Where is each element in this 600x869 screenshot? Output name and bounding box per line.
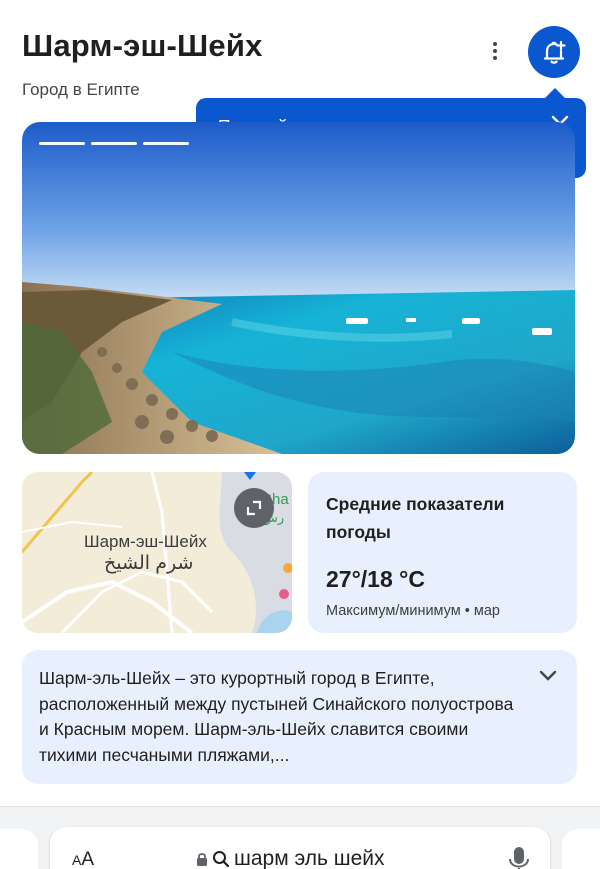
search-icon (213, 851, 230, 868)
map-label-arabic: شرم الشيخ (104, 553, 194, 574)
beach-photo (22, 122, 575, 454)
weather-subtitle: Максимум/минимум • мар (326, 603, 500, 619)
hero-image[interactable] (22, 122, 575, 454)
address-bar[interactable]: AA шарм эль шейх (50, 827, 550, 869)
bell-plus-icon (543, 40, 566, 64)
next-tab-peek[interactable] (562, 829, 600, 869)
weather-card[interactable]: Средние показатели погоды 27°/18 °C Макс… (308, 472, 577, 633)
notify-button[interactable] (528, 26, 580, 78)
page-title: Шарм-эш-Шейх (22, 28, 263, 63)
mic-icon[interactable] (508, 845, 530, 869)
expand-map-button[interactable] (234, 488, 274, 528)
page-subtitle: Город в Египте (22, 80, 140, 99)
chevron-down-icon[interactable] (539, 670, 557, 682)
map-card[interactable]: Sha رش Шарм-эш-Шейх شرم الشيخ (22, 472, 292, 633)
lock-icon (197, 853, 207, 866)
expand-icon (246, 500, 262, 516)
description-card[interactable]: Шарм-эль-Шейх – это курортный город в Ег… (22, 650, 577, 784)
more-vert-icon (493, 42, 497, 46)
more-options-button[interactable] (480, 36, 510, 66)
description-text: Шарм-эль-Шейх – это курортный город в Ег… (39, 668, 514, 765)
url-field[interactable]: шарм эль шейх (196, 847, 385, 869)
weather-temperature: 27°/18 °C (326, 566, 425, 592)
hero-progress (39, 142, 189, 145)
map-label: Шарм-эш-Шейх (84, 532, 207, 551)
previous-tab-peek[interactable] (0, 829, 38, 869)
browser-bottom-bar: AA шарм эль шейх (0, 807, 600, 869)
text-size-button[interactable]: AA (72, 849, 94, 869)
weather-title: Средние показатели погоды (326, 494, 505, 542)
url-text: шарм эль шейх (234, 847, 385, 869)
